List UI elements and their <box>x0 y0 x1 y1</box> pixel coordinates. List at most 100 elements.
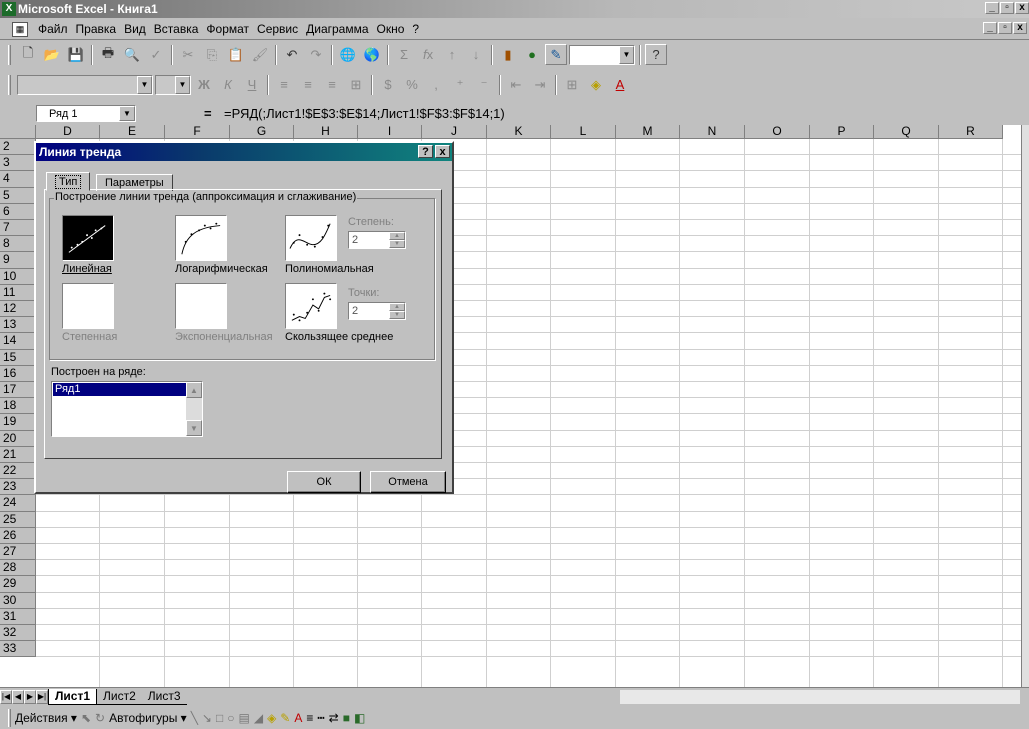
bold-button[interactable]: Ж <box>193 74 215 95</box>
row-header[interactable]: 15 <box>0 349 36 366</box>
spin-up-icon[interactable]: ▲ <box>389 232 405 240</box>
menu-format[interactable]: Формат <box>202 22 253 36</box>
sort-descending-icon[interactable]: ↓ <box>465 44 487 65</box>
column-header[interactable]: Q <box>874 125 939 139</box>
scroll-down-icon[interactable]: ▼ <box>186 420 202 436</box>
row-header[interactable]: 9 <box>0 252 36 269</box>
decrease-decimal-icon[interactable]: ⁻ <box>473 74 495 95</box>
oval-icon[interactable]: ○ <box>227 711 234 725</box>
column-header[interactable]: D <box>36 125 100 139</box>
row-header[interactable]: 26 <box>0 527 36 544</box>
percent-button[interactable]: % <box>401 74 423 95</box>
fill-color-icon[interactable]: ◈ <box>585 74 607 95</box>
textbox-icon[interactable]: ▤ <box>238 711 249 725</box>
shadow-icon[interactable]: ■ <box>343 711 350 725</box>
comma-button[interactable]: , <box>425 74 447 95</box>
paste-icon[interactable]: 📋 <box>225 44 247 65</box>
minimize-button[interactable]: _ <box>985 2 999 14</box>
toolbar-grip-3[interactable] <box>8 708 11 727</box>
font-color-draw-icon[interactable]: A <box>294 711 302 725</box>
web-toolbar-icon[interactable]: 🌎 <box>361 44 383 65</box>
hyperlink-icon[interactable]: 🌐 <box>337 44 359 65</box>
increase-decimal-icon[interactable]: ⁺ <box>449 74 471 95</box>
trend-poly-option[interactable] <box>285 215 337 261</box>
line-icon[interactable]: ╲ <box>191 711 198 725</box>
print-icon[interactable]: 🖶 <box>97 44 119 65</box>
tab-type[interactable]: Тип <box>46 172 91 191</box>
open-icon[interactable]: 📂 <box>41 44 63 65</box>
row-header[interactable]: 20 <box>0 430 36 447</box>
formula-text[interactable]: =РЯД(;Лист1!$E$3:$E$14;Лист1!$F$3:$F$14;… <box>224 106 505 121</box>
sheet-tab-1[interactable]: Лист1 <box>48 688 98 705</box>
copy-icon[interactable]: ⎘ <box>201 44 223 65</box>
sheet-tab-2[interactable]: Лист2 <box>97 689 142 705</box>
menu-view[interactable]: Вид <box>120 22 150 36</box>
column-header[interactable]: P <box>810 125 874 139</box>
chevron-down-icon[interactable]: ▼ <box>175 75 190 94</box>
select-all-corner[interactable] <box>0 125 36 139</box>
undo-icon[interactable]: ↶ <box>281 44 303 65</box>
font-name-combo[interactable]: ▼ <box>17 74 153 95</box>
function-icon[interactable]: fx <box>417 44 439 65</box>
close-window-button[interactable]: x <box>1015 2 1029 14</box>
drawing-icon[interactable]: ✎ <box>545 44 567 65</box>
rectangle-icon[interactable]: □ <box>216 711 223 725</box>
row-header[interactable]: 33 <box>0 641 36 658</box>
sheet-tab-3[interactable]: Лист3 <box>141 689 187 705</box>
first-sheet-icon[interactable]: |◀ <box>0 689 12 704</box>
degree-spinner[interactable]: 2 ▲ ▼ <box>348 231 406 249</box>
wordart-icon[interactable]: ◢ <box>254 711 263 725</box>
row-header[interactable]: 12 <box>0 301 36 318</box>
fill-color-draw-icon[interactable]: ◈ <box>267 711 276 725</box>
underline-button[interactable]: Ч <box>241 74 263 95</box>
autoshapes-menu[interactable]: Автофигуры ▾ <box>109 711 187 725</box>
next-sheet-icon[interactable]: ▶ <box>24 689 36 704</box>
row-header[interactable]: 7 <box>0 220 36 237</box>
zoom-combo[interactable]: ▼ <box>569 44 635 65</box>
menu-edit[interactable]: Правка <box>72 22 121 36</box>
arrow-icon[interactable]: ↘ <box>202 711 212 725</box>
row-header[interactable]: 25 <box>0 511 36 528</box>
trend-linear-option[interactable] <box>62 215 114 261</box>
font-color-icon[interactable]: A <box>609 74 631 95</box>
menu-tools[interactable]: Сервис <box>253 22 302 36</box>
doc-close-button[interactable]: x <box>1013 22 1027 34</box>
row-header[interactable]: 22 <box>0 463 36 480</box>
excel-icon[interactable]: X <box>2 2 16 16</box>
format-painter-icon[interactable]: 🖌 <box>249 44 271 65</box>
autosum-icon[interactable]: Σ <box>393 44 415 65</box>
column-header[interactable]: L <box>551 125 616 139</box>
series-listbox[interactable]: Ряд1 ▲ ▼ <box>51 381 203 437</box>
trend-exp-option[interactable] <box>175 283 227 329</box>
map-icon[interactable]: ● <box>521 44 543 65</box>
chevron-down-icon[interactable]: ▼ <box>137 75 152 94</box>
row-header[interactable]: 14 <box>0 333 36 350</box>
font-size-combo[interactable]: ▼ <box>155 74 191 95</box>
dash-style-icon[interactable]: ┅ <box>317 711 324 725</box>
series-scrollbar[interactable]: ▲ ▼ <box>186 382 202 436</box>
menu-file[interactable]: Файл <box>34 22 72 36</box>
merge-center-icon[interactable]: ⊞ <box>345 74 367 95</box>
row-header[interactable]: 21 <box>0 446 36 463</box>
spin-up-icon[interactable]: ▲ <box>389 303 405 311</box>
trend-linear-label[interactable]: Линейная <box>62 263 112 275</box>
chevron-down-icon[interactable]: ▼ <box>119 106 135 121</box>
doc-restore-button[interactable]: ▫ <box>998 22 1012 34</box>
trend-moving-avg-option[interactable] <box>285 283 337 329</box>
row-header[interactable]: 13 <box>0 317 36 334</box>
row-header[interactable]: 5 <box>0 187 36 204</box>
spin-down-icon[interactable]: ▼ <box>389 240 405 248</box>
column-header[interactable]: I <box>358 125 422 139</box>
row-header[interactable]: 8 <box>0 236 36 253</box>
3d-icon[interactable]: ◧ <box>354 711 365 725</box>
row-header[interactable]: 19 <box>0 414 36 431</box>
points-spinner[interactable]: 2 ▲ ▼ <box>348 302 406 320</box>
line-style-icon[interactable]: ≡ <box>306 711 313 725</box>
dialog-help-button[interactable]: ? <box>418 145 433 158</box>
vertical-scrollbar[interactable] <box>1021 125 1029 687</box>
decrease-indent-icon[interactable]: ⇤ <box>505 74 527 95</box>
prev-sheet-icon[interactable]: ◀ <box>12 689 24 704</box>
actions-menu[interactable]: Действия ▾ <box>15 711 77 725</box>
column-header[interactable]: M <box>616 125 680 139</box>
menu-help[interactable]: ? <box>408 22 423 36</box>
